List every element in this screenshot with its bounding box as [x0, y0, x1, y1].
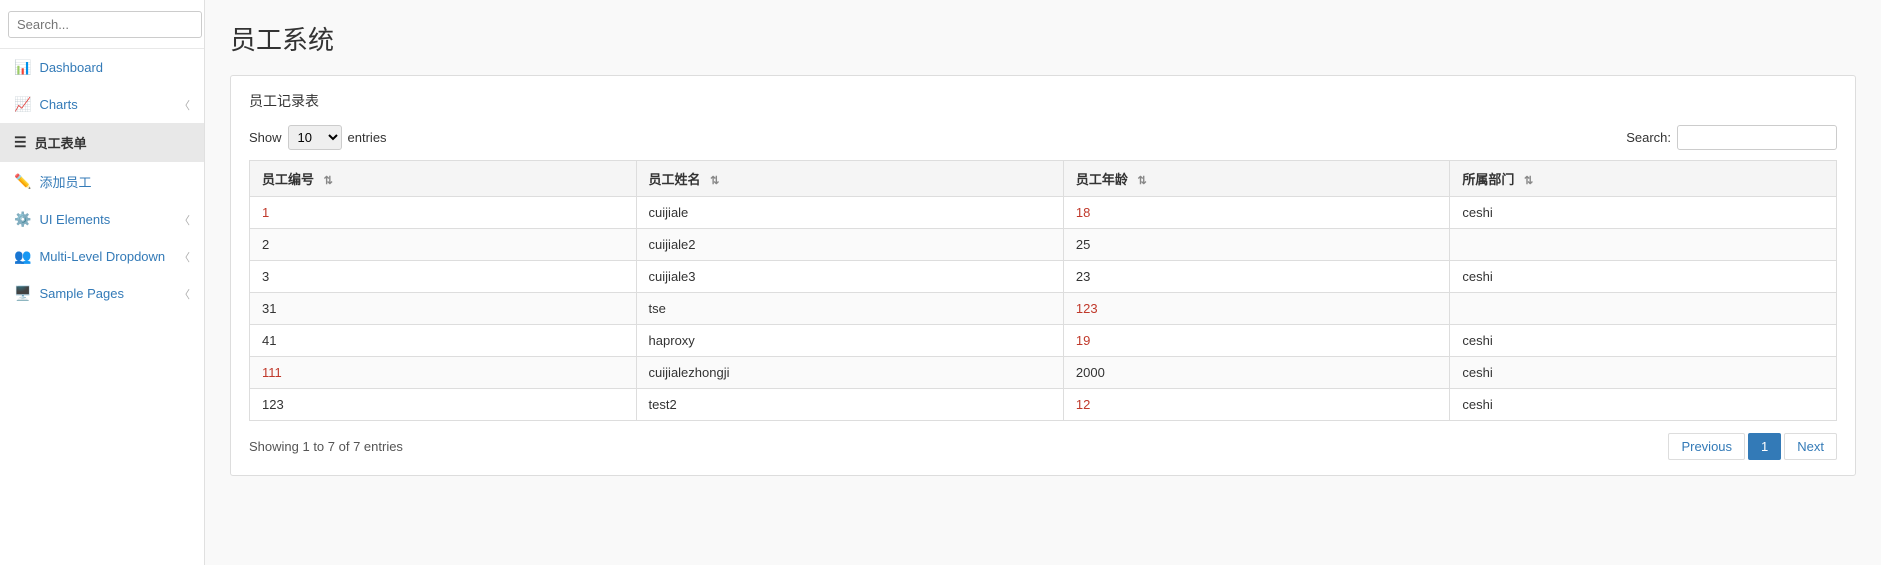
- chevron-icon: 〈: [179, 249, 190, 265]
- cell-emp-age: 123: [1063, 293, 1450, 325]
- table-row: 2cuijiale225: [250, 229, 1837, 261]
- main-content: 员工系统 员工记录表 Show 102550100 entries Search…: [205, 0, 1881, 565]
- cell-emp-id: 31: [250, 293, 637, 325]
- col-emp_age[interactable]: 员工年龄 ⇅: [1063, 161, 1450, 197]
- cell-emp-name: cuijiale2: [636, 229, 1063, 261]
- chevron-icon: 〈: [179, 286, 190, 302]
- next-button[interactable]: Next: [1784, 433, 1837, 460]
- cell-emp-age: 12: [1063, 389, 1450, 421]
- chevron-icon: 〈: [179, 212, 190, 228]
- sidebar-item-label-ui-elements: UI Elements: [39, 212, 110, 227]
- sidebar-item-label-multi-level: Multi-Level Dropdown: [39, 249, 165, 264]
- cell-emp-id: 1: [250, 197, 637, 229]
- sidebar-item-charts[interactable]: 📈 Charts 〈: [0, 86, 204, 123]
- cell-emp-name: haproxy: [636, 325, 1063, 357]
- table-row: 1cuijiale18ceshi: [250, 197, 1837, 229]
- cell-emp-id: 111: [250, 357, 637, 389]
- entries-label: entries: [348, 130, 387, 145]
- sidebar-item-label-dashboard: Dashboard: [39, 60, 103, 75]
- cell-emp-name: cuijialezhongji: [636, 357, 1063, 389]
- page-button-1[interactable]: 1: [1748, 433, 1781, 460]
- cell-emp-dept: ceshi: [1450, 325, 1837, 357]
- sidebar-item-dashboard[interactable]: 📊 Dashboard: [0, 49, 204, 86]
- sort-icon: ⇅: [1524, 175, 1533, 187]
- table-search-input[interactable]: [1677, 125, 1837, 150]
- col-emp_name[interactable]: 员工姓名 ⇅: [636, 161, 1063, 197]
- sidebar-items-list: 📊 Dashboard 📈 Charts 〈 ☰ 员工表单 ✏️ 添加员工 ⚙️…: [0, 49, 204, 312]
- table-row: 111cuijialezhongji2000ceshi: [250, 357, 1837, 389]
- cell-emp-name: test2: [636, 389, 1063, 421]
- pagination-info: Showing 1 to 7 of 7 entries: [249, 439, 403, 454]
- cell-emp-id: 3: [250, 261, 637, 293]
- pagination-buttons: Previous1Next: [1668, 433, 1837, 460]
- sidebar-item-label-add-employee: 添加员工: [39, 172, 91, 191]
- table-row: 31tse123: [250, 293, 1837, 325]
- table-head: 员工编号 ⇅员工姓名 ⇅员工年龄 ⇅所属部门 ⇅: [250, 161, 1837, 197]
- employee-list-icon: ☰: [14, 134, 27, 151]
- show-entries-container: Show 102550100 entries: [249, 125, 387, 150]
- cell-emp-age: 19: [1063, 325, 1450, 357]
- cell-emp-age: 18: [1063, 197, 1450, 229]
- cell-emp-age: 2000: [1063, 357, 1450, 389]
- sidebar-item-multi-level[interactable]: 👥 Multi-Level Dropdown 〈: [0, 238, 204, 275]
- cell-emp-dept: [1450, 293, 1837, 325]
- sidebar-item-employee-list[interactable]: ☰ 员工表单: [0, 123, 204, 162]
- page-title: 员工系统: [230, 20, 1856, 57]
- table-controls: Show 102550100 entries Search:: [249, 125, 1837, 150]
- cell-emp-id: 123: [250, 389, 637, 421]
- charts-icon: 📈: [14, 96, 31, 113]
- search-label: Search:: [1626, 130, 1671, 145]
- cell-emp-name: tse: [636, 293, 1063, 325]
- sidebar-search-input[interactable]: [8, 11, 202, 38]
- add-employee-icon: ✏️: [14, 173, 31, 190]
- sort-icon: ⇅: [710, 175, 719, 187]
- multi-level-icon: 👥: [14, 248, 31, 265]
- cell-emp-dept: ceshi: [1450, 197, 1837, 229]
- card-title: 员工记录表: [249, 91, 1837, 111]
- entries-select[interactable]: 102550100: [288, 125, 342, 150]
- cell-emp-id: 2: [250, 229, 637, 261]
- table-body: 1cuijiale18ceshi2cuijiale2253cuijiale323…: [250, 197, 1837, 421]
- sort-icon: ⇅: [324, 175, 333, 187]
- sidebar-item-label-charts: Charts: [39, 97, 77, 112]
- sample-pages-icon: 🖥️: [14, 285, 31, 302]
- cell-emp-name: cuijiale: [636, 197, 1063, 229]
- table-row: 123test212ceshi: [250, 389, 1837, 421]
- table-search-container: Search:: [1626, 125, 1837, 150]
- cell-emp-name: cuijiale3: [636, 261, 1063, 293]
- previous-button[interactable]: Previous: [1668, 433, 1745, 460]
- table-row: 41haproxy19ceshi: [250, 325, 1837, 357]
- cell-emp-dept: ceshi: [1450, 357, 1837, 389]
- sidebar: 🔍 📊 Dashboard 📈 Charts 〈 ☰ 员工表单 ✏️ 添加员工 …: [0, 0, 205, 565]
- sidebar-item-label-sample-pages: Sample Pages: [39, 286, 124, 301]
- table-row: 3cuijiale323ceshi: [250, 261, 1837, 293]
- pagination-row: Showing 1 to 7 of 7 entries Previous1Nex…: [249, 433, 1837, 460]
- cell-emp-age: 25: [1063, 229, 1450, 261]
- sidebar-item-ui-elements[interactable]: ⚙️ UI Elements 〈: [0, 201, 204, 238]
- employee-table: 员工编号 ⇅员工姓名 ⇅员工年龄 ⇅所属部门 ⇅ 1cuijiale18cesh…: [249, 160, 1837, 421]
- show-label: Show: [249, 130, 282, 145]
- sidebar-item-sample-pages[interactable]: 🖥️ Sample Pages 〈: [0, 275, 204, 312]
- sidebar-item-add-employee[interactable]: ✏️ 添加员工: [0, 162, 204, 201]
- ui-elements-icon: ⚙️: [14, 211, 31, 228]
- cell-emp-age: 23: [1063, 261, 1450, 293]
- cell-emp-dept: ceshi: [1450, 261, 1837, 293]
- dashboard-icon: 📊: [14, 59, 31, 76]
- cell-emp-id: 41: [250, 325, 637, 357]
- cell-emp-dept: ceshi: [1450, 389, 1837, 421]
- employee-card: 员工记录表 Show 102550100 entries Search: 员工编…: [230, 75, 1856, 476]
- col-emp_dept[interactable]: 所属部门 ⇅: [1450, 161, 1837, 197]
- sort-icon: ⇅: [1138, 175, 1147, 187]
- cell-emp-dept: [1450, 229, 1837, 261]
- sidebar-item-label-employee-list: 员工表单: [35, 133, 87, 152]
- col-emp_id[interactable]: 员工编号 ⇅: [250, 161, 637, 197]
- sidebar-search-container: 🔍: [0, 0, 204, 49]
- chevron-icon: 〈: [179, 97, 190, 113]
